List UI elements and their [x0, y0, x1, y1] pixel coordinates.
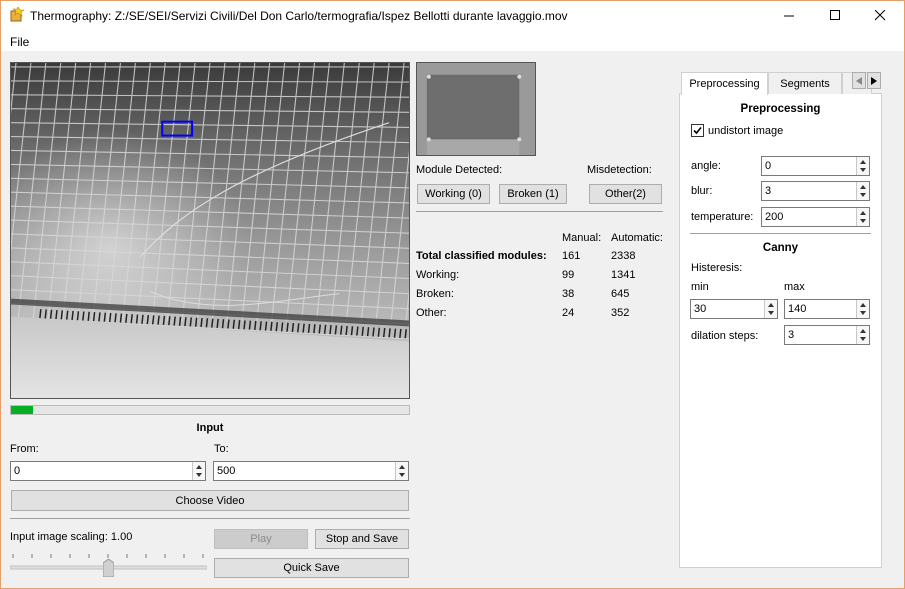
- dilation-stepper[interactable]: [856, 326, 869, 344]
- misdetection-label: Misdetection:: [587, 164, 652, 176]
- broken-label: Broken:: [416, 288, 454, 300]
- min-stepper[interactable]: [764, 300, 777, 318]
- total-manual: 161: [562, 250, 581, 262]
- total-automatic: 2338: [611, 250, 636, 262]
- preprocessing-heading: Preprocessing: [740, 103, 821, 115]
- working-label: Working:: [416, 269, 460, 281]
- angle-stepper[interactable]: [856, 157, 869, 175]
- to-value: 500: [217, 465, 236, 477]
- slider-handle-shape: [102, 558, 115, 578]
- chevron-right-icon: [871, 76, 877, 85]
- maximize-button[interactable]: [812, 1, 858, 30]
- scaling-slider[interactable]: [9, 552, 208, 578]
- blur-label: blur:: [691, 185, 713, 197]
- blur-stepper[interactable]: [856, 182, 869, 200]
- temperature-value: 200: [765, 211, 784, 223]
- close-button[interactable]: [857, 1, 903, 30]
- tab-preprocessing[interactable]: Preprocessing: [681, 72, 768, 95]
- undistort-checkbox[interactable]: [691, 124, 704, 137]
- other-manual: 24: [562, 307, 575, 319]
- working-automatic: 1341: [611, 269, 636, 281]
- blur-value: 3: [765, 185, 772, 197]
- to-label: To:: [214, 443, 229, 455]
- input-heading: Input: [196, 422, 224, 434]
- menu-bar: [0, 31, 905, 51]
- tab-scroll-left[interactable]: [852, 72, 866, 89]
- dilation-value: 3: [788, 329, 795, 341]
- temperature-spinbox[interactable]: 200: [761, 207, 870, 227]
- divider: [690, 233, 871, 234]
- from-stepper[interactable]: [192, 462, 205, 480]
- app-icon: [10, 7, 24, 22]
- other-label: Other:: [416, 307, 447, 319]
- slider-handle[interactable]: [102, 558, 115, 578]
- broken-manual: 38: [562, 288, 575, 300]
- stop-and-save-button[interactable]: Stop and Save: [315, 529, 409, 549]
- from-label: From:: [10, 443, 39, 455]
- checkmark-icon: [693, 126, 702, 135]
- angle-value: 0: [765, 160, 772, 172]
- module-detected-label: Module Detected:: [416, 164, 503, 176]
- maximize-icon: [829, 10, 840, 20]
- temperature-label: temperature:: [691, 211, 754, 223]
- scaling-value: 1.00: [110, 531, 133, 543]
- undistort-label: undistort image: [708, 125, 784, 137]
- dilation-spinbox[interactable]: 3: [784, 325, 870, 345]
- window-title: Thermography: Z:/SE/SEI/Servizi Civili/D…: [30, 9, 568, 23]
- minimize-button[interactable]: [766, 1, 812, 30]
- total-label: Total classified modules:: [416, 250, 547, 262]
- working-button[interactable]: Working (0): [417, 184, 490, 204]
- quick-save-button[interactable]: Quick Save: [214, 558, 409, 578]
- max-spinbox[interactable]: 140: [784, 299, 870, 319]
- from-value: 0: [14, 465, 21, 477]
- minimize-icon: [783, 15, 794, 17]
- dilation-label: dilation steps:: [691, 330, 759, 342]
- progress-fill: [11, 406, 33, 414]
- min-spinbox[interactable]: 30: [690, 299, 778, 319]
- module-thumbnail: [416, 62, 536, 156]
- tab-scroll-right[interactable]: [867, 72, 881, 89]
- menu-file[interactable]: File: [10, 35, 29, 49]
- divider: [416, 211, 663, 212]
- min-value: 30: [694, 303, 707, 315]
- other-button[interactable]: Other(2): [589, 184, 662, 204]
- play-button[interactable]: Play: [214, 529, 308, 549]
- close-icon: [874, 10, 885, 21]
- to-stepper[interactable]: [395, 462, 408, 480]
- tab-segments[interactable]: Segments: [768, 72, 842, 94]
- from-spinbox[interactable]: 0: [10, 461, 206, 481]
- max-stepper[interactable]: [856, 300, 869, 318]
- progress-bar: [10, 405, 410, 415]
- broken-button[interactable]: Broken (1): [499, 184, 567, 204]
- divider: [10, 518, 410, 519]
- blur-spinbox[interactable]: 3: [761, 181, 870, 201]
- temperature-stepper[interactable]: [856, 208, 869, 226]
- min-label: min: [691, 281, 709, 293]
- max-label: max: [784, 281, 805, 293]
- scaling-label-row: Input image scaling: 1.00: [10, 531, 132, 543]
- max-value: 140: [788, 303, 807, 315]
- automatic-header: Automatic:: [611, 232, 663, 244]
- thermal-video-frame[interactable]: [10, 62, 410, 399]
- to-spinbox[interactable]: 500: [213, 461, 409, 481]
- canny-heading: Canny: [762, 242, 799, 254]
- chevron-left-icon: [856, 76, 862, 85]
- working-manual: 99: [562, 269, 575, 281]
- histeresis-label: Histeresis:: [691, 262, 743, 274]
- scaling-label: Input image scaling:: [10, 531, 108, 543]
- choose-video-button[interactable]: Choose Video: [11, 490, 409, 511]
- broken-automatic: 645: [611, 288, 630, 300]
- manual-header: Manual:: [562, 232, 602, 244]
- other-automatic: 352: [611, 307, 630, 319]
- angle-label: angle:: [691, 160, 721, 172]
- angle-spinbox[interactable]: 0: [761, 156, 870, 176]
